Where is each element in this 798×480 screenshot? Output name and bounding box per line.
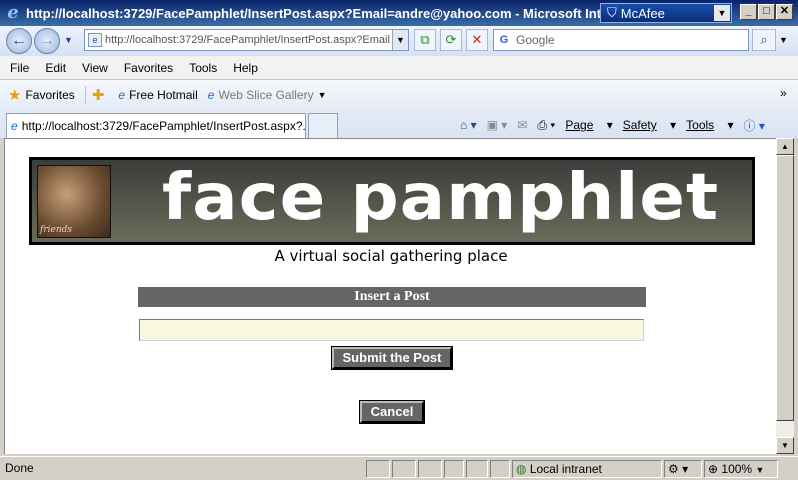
zoom-level: 100%: [721, 462, 753, 476]
page-menu[interactable]: Page ▾: [565, 118, 612, 132]
address-row: ← → ▼ e http://localhost:3729/FacePamphl…: [0, 26, 798, 56]
menu-edit[interactable]: Edit: [45, 61, 66, 75]
menu-view[interactable]: View: [82, 61, 108, 75]
menu-help[interactable]: Help: [233, 61, 258, 75]
status-pane-5: [466, 460, 488, 478]
photo-caption: friends: [40, 225, 73, 235]
back-button[interactable]: ←: [6, 28, 32, 54]
recent-pages-dropdown-icon[interactable]: ▼: [64, 35, 73, 45]
search-icon[interactable]: ⌕: [752, 29, 776, 51]
mcafee-button[interactable]: ⛉ McAfee ▼: [600, 3, 732, 23]
favorite-free-hotmail-label: Free Hotmail: [129, 88, 198, 102]
maximize-button[interactable]: □: [758, 4, 775, 20]
menu-bar: File Edit View Favorites Tools Help: [0, 56, 798, 80]
chevron-down-icon: ▼: [755, 465, 765, 475]
menu-file[interactable]: File: [10, 61, 29, 75]
status-pane-6: [490, 460, 510, 478]
new-tab-button[interactable]: [308, 113, 338, 138]
tab-active[interactable]: e http://localhost:3729/FacePamphlet/Ins…: [6, 113, 306, 138]
submit-post-button[interactable]: Submit the Post: [331, 346, 453, 370]
tools-menu-label: Tools: [686, 118, 715, 132]
home-icon[interactable]: ⌂ ▾: [460, 118, 477, 132]
status-pane-4: [444, 460, 464, 478]
read-mail-icon[interactable]: ✉: [517, 118, 527, 132]
mcafee-shield-icon: ⛉: [607, 5, 617, 20]
favorites-label: Favorites: [25, 88, 75, 102]
favorite-web-slice-gallery-label: Web Slice Gallery: [218, 88, 314, 102]
mcafee-label: McAfee: [620, 5, 665, 21]
chevron-down-icon: ▼: [317, 90, 327, 100]
search-placeholder: Google: [516, 33, 555, 47]
command-bar: ⌂ ▾ ▣ ▾ ✉ ⎙ ▾ Page ▾ Safety ▾ Tools ▾ ⓘ …: [460, 114, 775, 136]
search-options-icon[interactable]: ▼: [779, 35, 788, 45]
cancel-button[interactable]: Cancel: [359, 400, 425, 424]
scrollbar-thumb[interactable]: [776, 155, 794, 421]
print-icon[interactable]: ⎙ ▾: [537, 118, 555, 133]
chevron-down-icon[interactable]: ▼: [714, 5, 730, 21]
intranet-globe-icon: ◍: [516, 462, 527, 476]
safety-menu[interactable]: Safety ▾: [623, 118, 676, 132]
toolbar-overflow-icon[interactable]: »: [780, 86, 787, 100]
status-text: Done: [5, 461, 34, 475]
ie-page-icon: e: [11, 119, 18, 133]
search-field[interactable]: G Google: [493, 29, 749, 51]
status-bar: Done ◍ Local intranet ⚙ ▾ ⊕ 100% ▼: [0, 456, 798, 480]
status-pane-1: [366, 460, 390, 478]
add-favorites-icon: ✚: [91, 87, 105, 104]
zone-label: Local intranet: [529, 462, 602, 476]
scroll-up-arrow-icon[interactable]: ▲: [776, 138, 794, 155]
tab-title: http://localhost:3729/FacePamphlet/Inser…: [21, 119, 306, 133]
ie-page-icon: e: [207, 88, 215, 102]
protected-mode-icon[interactable]: ⚙ ▾: [664, 460, 702, 478]
banner-photo: friends: [37, 165, 111, 238]
star-icon: ★: [8, 87, 22, 104]
zone-indicator[interactable]: ◍ Local intranet: [512, 460, 662, 478]
status-pane-3: [418, 460, 442, 478]
favorites-button[interactable]: ★ Favorites: [8, 86, 75, 104]
tagline: A virtual social gathering place: [274, 247, 508, 265]
page-content: friends face pamphlet A virtual social g…: [4, 138, 776, 454]
menu-tools[interactable]: Tools: [189, 61, 217, 75]
page-menu-label: Page: [565, 118, 594, 132]
google-icon: G: [499, 34, 509, 46]
help-icon[interactable]: ⓘ ▾: [744, 117, 765, 134]
scroll-down-arrow-icon[interactable]: ▼: [776, 437, 794, 454]
address-url: http://localhost:3729/FacePamphlet/Inser…: [105, 34, 390, 46]
refresh-icon[interactable]: ⟳: [440, 29, 462, 51]
status-pane-2: [392, 460, 416, 478]
feeds-icon[interactable]: ▣ ▾: [487, 118, 508, 132]
favorite-web-slice-gallery[interactable]: e Web Slice Gallery ▼: [208, 88, 327, 102]
zoom-icon: ⊕: [708, 462, 719, 476]
menu-favorites[interactable]: Favorites: [124, 61, 173, 75]
close-button[interactable]: ✕: [776, 4, 793, 20]
page-icon: e: [88, 33, 102, 47]
minimize-button[interactable]: _: [740, 4, 757, 20]
banner: friends face pamphlet: [29, 157, 755, 245]
address-dropdown-icon[interactable]: ▼: [392, 30, 408, 50]
ie-page-icon: e: [118, 88, 126, 102]
tools-menu[interactable]: Tools ▾: [686, 118, 733, 132]
page-heading: Insert a Post: [138, 287, 646, 307]
safety-menu-label: Safety: [622, 118, 657, 132]
zoom-control[interactable]: ⊕ 100% ▼: [704, 460, 778, 478]
forward-button[interactable]: →: [34, 28, 60, 54]
address-field[interactable]: e http://localhost:3729/FacePamphlet/Ins…: [84, 29, 409, 51]
stop-icon[interactable]: ✕: [466, 29, 488, 51]
add-favorites-button[interactable]: ✚: [84, 86, 109, 104]
post-input[interactable]: [139, 319, 644, 341]
compatibility-view-icon[interactable]: ⧉: [414, 29, 436, 51]
site-logo: face pamphlet: [162, 161, 720, 235]
ie-logo-icon: e: [7, 2, 19, 23]
vertical-scrollbar[interactable]: ▲ ▼: [776, 138, 794, 454]
favorite-free-hotmail[interactable]: e Free Hotmail: [118, 88, 197, 102]
favorites-bar: ★ Favorites ✚ e Free Hotmail e Web Slice…: [0, 80, 798, 110]
tab-row: e http://localhost:3729/FacePamphlet/Ins…: [0, 110, 798, 138]
window-title: http://localhost:3729/FacePamphlet/Inser…: [26, 5, 606, 21]
